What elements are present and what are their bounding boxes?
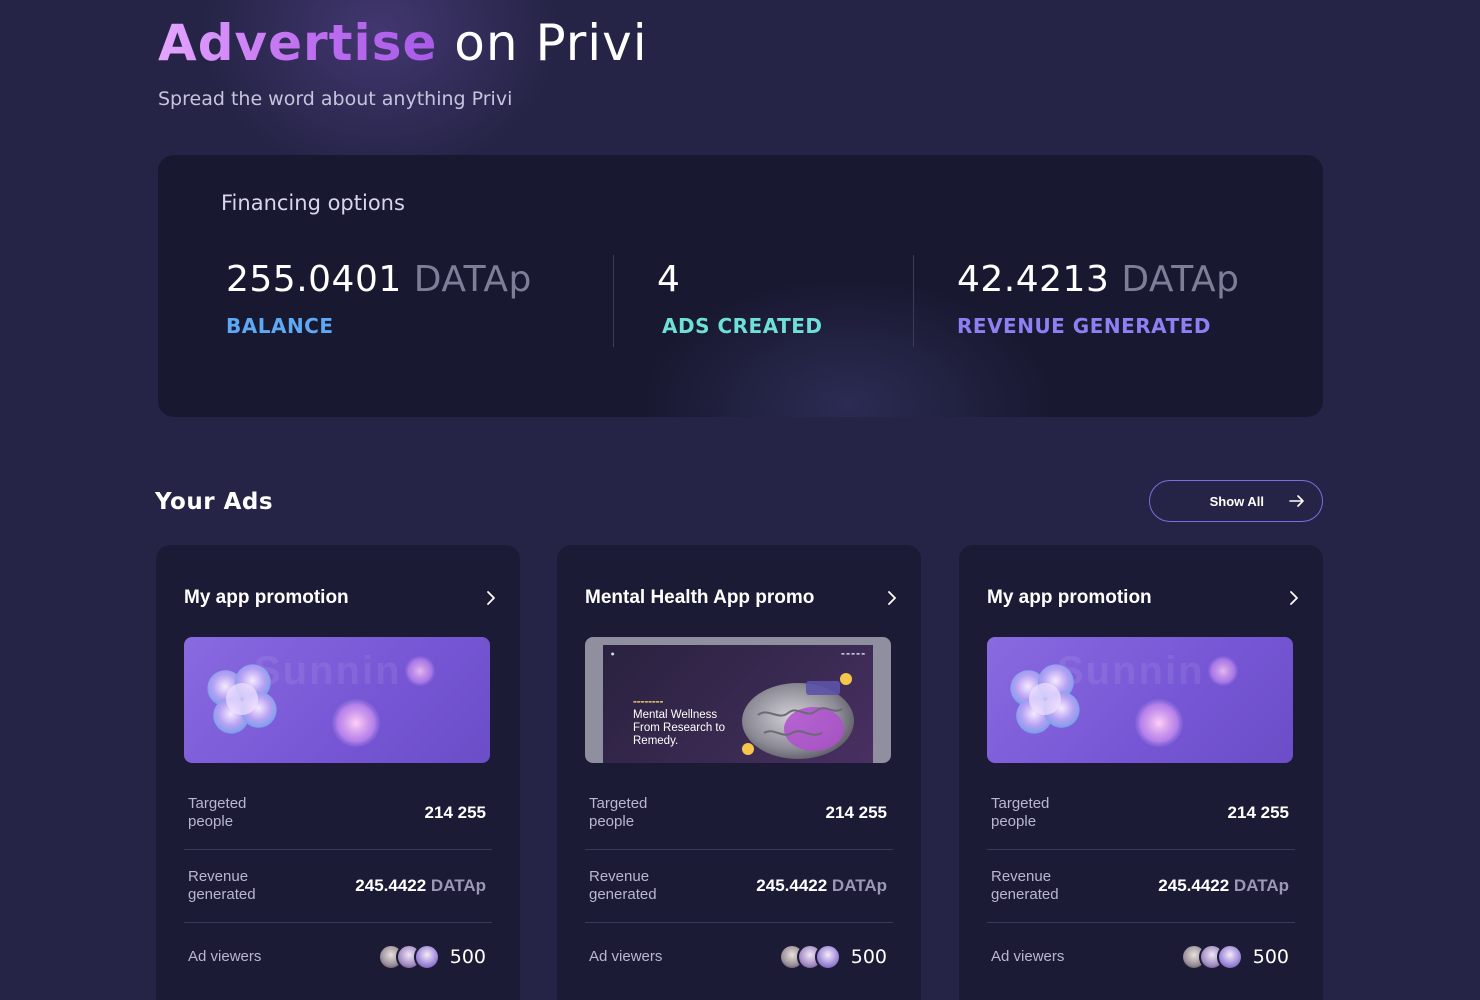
stat-balance: 255.0401 DATAp BALANCE (226, 259, 532, 338)
ad-title: Mental Health App promo (585, 587, 815, 608)
ad-image[interactable]: Sunnin (184, 637, 490, 763)
ad-card[interactable]: Mental Health App promo ● ▬ ▬ ▬ ▬ ▬ ▬▬▬▬▬… (557, 545, 921, 1000)
chevron-right-icon[interactable] (482, 590, 498, 606)
metric-revenue-label: Revenue generated (991, 868, 1059, 903)
metric-divider (987, 849, 1295, 850)
avatar (814, 944, 841, 970)
metric-targeted-value: 214 255 (424, 803, 486, 822)
metric-divider (184, 922, 492, 923)
mental-screenshot: ● ▬ ▬ ▬ ▬ ▬ ▬▬▬▬▬▬▬▬ Mental Wellness From… (603, 645, 873, 763)
metric-revenue-label: Revenue generated (188, 868, 256, 903)
metric-revenue: Revenue generated 245.4422 DATAp (585, 868, 893, 904)
ad-card-header: My app promotion (987, 587, 1301, 609)
stat-revenue-value: 42.4213 DATAp (957, 259, 1240, 300)
viewers-group: 500 (1180, 944, 1289, 970)
metric-revenue-value: 245.4422 DATAp (756, 876, 887, 895)
show-all-label: Show All (1209, 493, 1264, 509)
metric-targeted-value: 214 255 (825, 803, 887, 822)
metric-targeted-label: Targeted people (991, 795, 1050, 830)
arrow-right-icon (1289, 495, 1304, 507)
viewers-group: 500 (778, 944, 887, 970)
metric-divider (585, 922, 893, 923)
glass-clover-icon (1010, 656, 1238, 747)
metric-revenue-value: 245.4422 DATAp (355, 876, 486, 895)
metric-divider (585, 849, 893, 850)
metric-viewers: Ad viewers 500 (987, 944, 1295, 970)
viewer-avatars (1180, 944, 1243, 970)
stat-divider (613, 255, 614, 347)
stat-balance-label: BALANCE (226, 314, 334, 338)
financing-options-card: Financing options 255.0401 DATAp BALANCE… (158, 155, 1323, 417)
metric-divider (987, 922, 1295, 923)
financing-title: Financing options (221, 191, 405, 215)
metric-viewers: Ad viewers 500 (585, 944, 893, 970)
brain-icon (742, 673, 854, 759)
metric-viewers-label: Ad viewers (188, 948, 262, 965)
ad-card[interactable]: My app promotion Sunnin Targeted people … (156, 545, 520, 1000)
glass-clover-icon (207, 656, 435, 747)
chevron-right-icon[interactable] (1285, 590, 1301, 606)
viewers-count: 500 (850, 946, 887, 968)
viewer-avatars (377, 944, 440, 970)
mental-kicker: ▬▬▬▬▬▬▬▬ (633, 699, 664, 704)
viewers-group: 500 (377, 944, 486, 970)
stat-ads-created-label: ADS CREATED (662, 314, 823, 338)
viewers-count: 500 (1252, 946, 1289, 968)
page-title-accent: Advertise (158, 14, 438, 72)
stat-ads-created: 4 ADS CREATED (657, 259, 823, 338)
page-title: Advertise on Privi (158, 14, 648, 72)
viewer-avatars (778, 944, 841, 970)
metric-targeted-value: 214 255 (1227, 803, 1289, 822)
ad-title: My app promotion (987, 587, 1152, 608)
stat-ads-created-value: 4 (657, 259, 681, 300)
stat-divider (913, 255, 914, 347)
metric-revenue-value: 245.4422 DATAp (1158, 876, 1289, 895)
ad-image[interactable]: Sunnin (987, 637, 1293, 763)
stat-revenue-label: REVENUE GENERATED (957, 314, 1212, 338)
stat-balance-value: 255.0401 DATAp (226, 259, 532, 300)
metric-targeted-label: Targeted people (589, 795, 648, 830)
ad-card-header: My app promotion (184, 587, 498, 609)
page-title-rest: on Privi (437, 14, 648, 72)
metric-revenue: Revenue generated 245.4422 DATAp (987, 868, 1295, 904)
metric-divider (184, 849, 492, 850)
metric-revenue-label: Revenue generated (589, 868, 657, 903)
metric-targeted: Targeted people 214 255 (184, 795, 492, 831)
ad-image[interactable]: ● ▬ ▬ ▬ ▬ ▬ ▬▬▬▬▬▬▬▬ Mental Wellness From… (585, 637, 891, 763)
metric-targeted: Targeted people 214 255 (987, 795, 1295, 831)
metric-revenue: Revenue generated 245.4422 DATAp (184, 868, 492, 904)
avatar (413, 944, 440, 970)
avatar (1216, 944, 1243, 970)
show-all-button[interactable]: Show All (1149, 480, 1323, 522)
mental-headline: Mental Wellness From Research to Remedy. (633, 709, 726, 747)
your-ads-title: Your Ads (155, 489, 274, 515)
metric-viewers-label: Ad viewers (589, 948, 663, 965)
metric-targeted: Targeted people 214 255 (585, 795, 893, 831)
ad-title: My app promotion (184, 587, 349, 608)
chevron-right-icon[interactable] (883, 590, 899, 606)
ad-card[interactable]: My app promotion Sunnin Targeted people … (959, 545, 1323, 1000)
ad-card-header: Mental Health App promo (585, 587, 899, 609)
viewers-count: 500 (449, 946, 486, 968)
metric-targeted-label: Targeted people (188, 795, 247, 830)
metric-viewers: Ad viewers 500 (184, 944, 492, 970)
stat-revenue: 42.4213 DATAp REVENUE GENERATED (957, 259, 1239, 338)
page-subtitle: Spread the word about anything Privi (158, 88, 513, 110)
metric-viewers-label: Ad viewers (991, 948, 1065, 965)
